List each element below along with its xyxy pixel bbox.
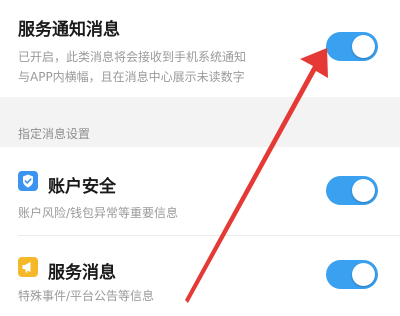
service-notice-toggle[interactable] <box>326 32 378 61</box>
section-header: 指定消息设置 <box>0 97 400 147</box>
account-security-desc: 账户风险/钱包异常等重要信息 <box>18 206 179 220</box>
service-notice-title: 服务通知消息 <box>18 20 120 40</box>
section-label: 指定消息设置 <box>18 127 91 141</box>
account-security-title: 账户安全 <box>48 177 116 197</box>
account-security-row: 账户安全 账户风险/钱包异常等重要信息 <box>0 147 400 235</box>
toggle-knob <box>352 263 375 286</box>
toggle-knob <box>352 35 375 58</box>
account-security-toggle[interactable] <box>326 176 378 205</box>
service-messages-desc: 特殊事件/平台公告等信息 <box>18 289 155 303</box>
service-notice-desc-line1: 已开启，此类消息将会接收到手机系统通知 <box>18 50 247 64</box>
megaphone-icon <box>18 257 38 277</box>
service-notice-desc-line2: 与APP内横幅，且在消息中心展示未读数字 <box>18 70 245 84</box>
toggle-knob <box>352 179 375 202</box>
service-messages-toggle[interactable] <box>326 260 378 289</box>
shield-check-icon <box>18 171 38 191</box>
service-messages-title: 服务消息 <box>48 263 116 283</box>
service-notice-row: 服务通知消息 已开启，此类消息将会接收到手机系统通知 与APP内横幅，且在消息中… <box>0 0 400 97</box>
service-messages-row: 服务消息 特殊事件/平台公告等信息 <box>0 236 400 316</box>
